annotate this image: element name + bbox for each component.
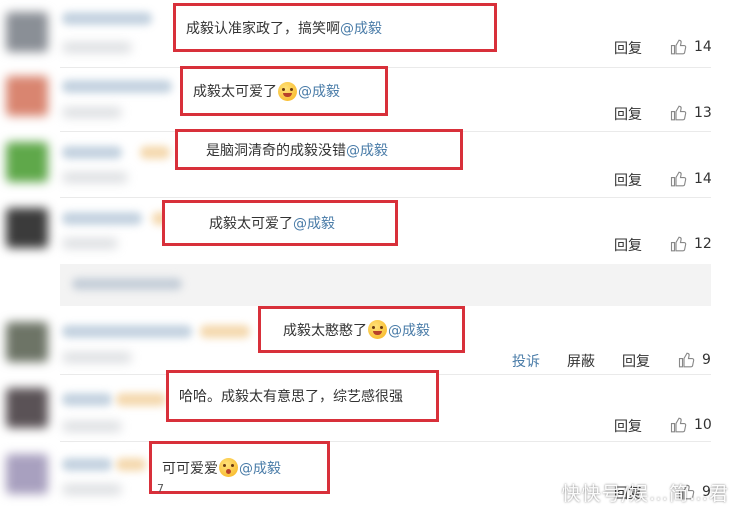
like-count: 9 [702, 352, 711, 368]
comment-text: 成毅认准家政了，搞笑啊 [186, 20, 340, 37]
reply-button[interactable]: 回复 [622, 351, 650, 371]
comment-text: 是脑洞清奇的成毅没错 [206, 142, 346, 159]
comment-highlight: 成毅太可爱了 @成毅 [180, 66, 388, 116]
reply-button[interactable]: 回复 [614, 38, 642, 58]
thumbs-up-icon [670, 171, 687, 187]
comment-text: 哈哈。成毅太有意思了，综艺感很强 [179, 389, 403, 405]
mention-link[interactable]: @成毅 [239, 458, 281, 478]
grin-emoji-icon [278, 81, 297, 101]
like-button[interactable]: 12 [670, 235, 712, 253]
reply-thread-box[interactable] [60, 264, 711, 306]
comment-text: 成毅太可爱了 [209, 216, 293, 232]
avatar[interactable] [6, 388, 48, 428]
comment-list: 成毅认准家政了，搞笑啊 @成毅 回复 14 成毅太可爱了 @成毅 回复 13 是脑洞… [0, 0, 739, 512]
avatar[interactable] [6, 454, 48, 494]
like-count: 14 [694, 171, 712, 187]
comment-highlight: 成毅认准家政了，搞笑啊 @成毅 [173, 3, 497, 52]
reply-count-note: 7 [157, 482, 164, 495]
avatar[interactable] [6, 76, 48, 116]
comment-text: 成毅太可爱了 [193, 84, 277, 100]
avatar[interactable] [6, 12, 48, 52]
avatar[interactable] [6, 208, 48, 248]
mention-link[interactable]: @成毅 [293, 213, 335, 233]
block-button[interactable]: 屏蔽 [567, 351, 595, 371]
mention-link[interactable]: @成毅 [346, 140, 388, 160]
comment-highlight: 可可爱爱 @成毅 [149, 441, 330, 494]
like-button[interactable]: 14 [670, 38, 712, 56]
like-count: 14 [694, 39, 712, 55]
watermark: 快快号/娱…简…君 [561, 483, 729, 505]
reply-button[interactable]: 回复 [614, 235, 642, 255]
thumbs-up-icon [670, 417, 687, 433]
comment-highlight: 成毅太可爱了 @成毅 [162, 200, 398, 246]
reply-button[interactable]: 回复 [614, 416, 642, 436]
mention-link[interactable]: @成毅 [340, 18, 382, 38]
like-count: 13 [694, 105, 712, 121]
thumbs-up-icon [678, 352, 695, 368]
comment-text: 成毅太憨憨了 [283, 322, 367, 339]
thumbs-up-icon [670, 39, 687, 55]
thumbs-up-icon [670, 236, 687, 252]
reply-button[interactable]: 回复 [614, 170, 642, 190]
mention-link[interactable]: @成毅 [388, 320, 430, 340]
like-count: 10 [694, 417, 712, 433]
comment-highlight: 是脑洞清奇的成毅没错 @成毅 [175, 129, 463, 170]
reply-button[interactable]: 回复 [614, 104, 642, 124]
report-button[interactable]: 投诉 [512, 351, 540, 371]
mention-link[interactable]: @成毅 [298, 81, 340, 101]
shocked-emoji-icon [219, 458, 238, 477]
avatar[interactable] [6, 142, 48, 182]
comment-highlight: 成毅太憨憨了 @成毅 [258, 306, 465, 353]
like-button[interactable]: 14 [670, 170, 712, 188]
like-button[interactable]: 9 [678, 351, 711, 369]
like-count: 12 [694, 236, 712, 252]
comment-text: 可可爱爱 [162, 460, 218, 477]
thumbs-up-icon [670, 105, 687, 121]
laugh-cry-emoji-icon [368, 320, 387, 339]
avatar[interactable] [6, 322, 48, 362]
like-button[interactable]: 13 [670, 104, 712, 122]
like-button[interactable]: 10 [670, 416, 712, 434]
comment-highlight: 哈哈。成毅太有意思了，综艺感很强 [166, 370, 439, 422]
